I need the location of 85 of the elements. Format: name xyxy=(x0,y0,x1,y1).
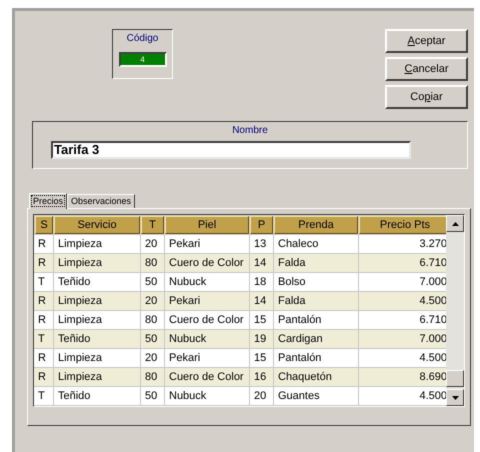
table-cell: 3.270 xyxy=(359,235,446,253)
table-cell: Bolso xyxy=(274,273,358,291)
table-cell: 8.690 xyxy=(359,368,446,386)
table-cell: Cuero de Color xyxy=(165,368,249,386)
table-cell: Pekari xyxy=(165,235,249,253)
column-header[interactable]: P xyxy=(250,216,273,234)
dialog-button[interactable]: Cancelar xyxy=(385,57,468,81)
table-cell: Pekari xyxy=(165,349,249,367)
table-cell: Nubuck xyxy=(165,273,249,291)
table-cell: Cuero de Color xyxy=(165,254,249,272)
column-header[interactable]: Precio Pts xyxy=(359,216,446,234)
table-cell: Limpieza xyxy=(54,292,140,310)
table-cell: Nubuck xyxy=(165,387,249,405)
table-cell: Nubuck xyxy=(165,330,249,348)
table-cell: Cuero de Color xyxy=(165,311,249,329)
up-arrow-icon xyxy=(452,222,459,226)
table-cell: 7.000 xyxy=(359,330,446,348)
table-cell: 6.710 xyxy=(359,254,446,272)
table-cell: 20 xyxy=(141,292,164,310)
table-cell: Pantalón xyxy=(274,311,358,329)
table-cell: Chaquetón xyxy=(274,368,358,386)
table-cell: Limpieza xyxy=(54,311,140,329)
table-cell: 20 xyxy=(250,387,273,405)
table-cell: 4.500 xyxy=(359,387,446,405)
table-cell: 14 xyxy=(250,254,273,272)
table-cell: Pantalón xyxy=(274,349,358,367)
table-cell: T xyxy=(34,273,53,291)
table-cell: 18 xyxy=(250,273,273,291)
table-cell: Limpieza xyxy=(54,254,140,272)
scroll-thumb[interactable] xyxy=(446,370,464,387)
table-cell: 15 xyxy=(250,311,273,329)
column-header[interactable]: Servicio xyxy=(54,216,140,234)
scroll-down-button[interactable] xyxy=(446,389,464,406)
table-cell: 19 xyxy=(250,330,273,348)
table-cell: Teñido xyxy=(54,330,140,348)
table-cell: Pekari xyxy=(165,292,249,310)
nombre-field[interactable]: Tarifa 3 xyxy=(51,141,411,159)
table-cell: Limpieza xyxy=(54,235,140,253)
table-cell: 50 xyxy=(141,330,164,348)
table-cell: Falda xyxy=(274,254,358,272)
table-cell: 4.500 xyxy=(359,292,446,310)
column-header[interactable]: Piel xyxy=(165,216,249,234)
scroll-up-button[interactable] xyxy=(446,215,464,232)
nombre-label: Nombre xyxy=(232,124,268,138)
table-cell: 20 xyxy=(141,235,164,253)
table-cell: 4.500 xyxy=(359,349,446,367)
table-cell: 80 xyxy=(141,254,164,272)
scrollbar[interactable] xyxy=(446,215,464,406)
table-cell: R xyxy=(34,235,53,253)
table-cell: 6.710 xyxy=(359,311,446,329)
table-cell: Cardigan xyxy=(274,330,358,348)
tab[interactable]: Precios xyxy=(29,193,68,209)
table-cell: Falda xyxy=(274,292,358,310)
table-cell: Limpieza xyxy=(54,368,140,386)
tab[interactable]: Observaciones xyxy=(67,194,136,208)
table-cell: Guantes xyxy=(274,387,358,405)
column-header[interactable]: Prenda xyxy=(274,216,358,234)
table-cell: 14 xyxy=(250,292,273,310)
down-arrow-icon xyxy=(452,396,459,400)
table-cell: R xyxy=(34,311,53,329)
table-cell: 16 xyxy=(250,368,273,386)
table-cell: T xyxy=(34,387,53,405)
codigo-field: 4 xyxy=(118,52,166,67)
table-cell: R xyxy=(34,254,53,272)
table-cell: Chaleco xyxy=(274,235,358,253)
table-cell: R xyxy=(34,349,53,367)
column-header[interactable]: T xyxy=(141,216,164,234)
table-cell: R xyxy=(34,292,53,310)
table-cell: Limpieza xyxy=(54,349,140,367)
codigo-label: Código xyxy=(126,32,158,46)
table-cell: 80 xyxy=(141,368,164,386)
table-cell: R xyxy=(34,368,53,386)
table-cell: 50 xyxy=(141,273,164,291)
table-cell: 7.000 xyxy=(359,273,446,291)
table-cell: T xyxy=(34,330,53,348)
dialog-button[interactable]: Aceptar xyxy=(385,29,468,53)
table-cell: 15 xyxy=(250,349,273,367)
dialog-button[interactable]: Copiar xyxy=(385,85,468,109)
table-cell: 13 xyxy=(250,235,273,253)
table-cell: Teñido xyxy=(54,387,140,405)
table-cell: 80 xyxy=(141,311,164,329)
table-cell: 50 xyxy=(141,387,164,405)
table-cell: Teñido xyxy=(54,273,140,291)
table-cell: 20 xyxy=(141,349,164,367)
column-header[interactable]: S xyxy=(35,216,53,234)
